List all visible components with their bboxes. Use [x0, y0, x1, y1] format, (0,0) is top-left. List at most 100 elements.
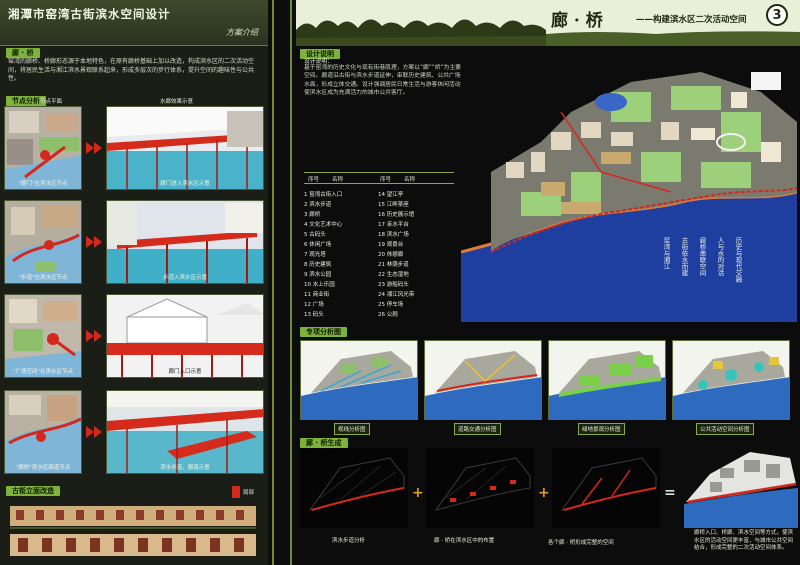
analysis-map-traffic	[424, 340, 542, 420]
legend-item: 20 休憩廊	[378, 252, 404, 258]
legend-item: 15 江畔茶座	[378, 202, 409, 208]
analysis-map-green	[548, 340, 666, 420]
legend-item: 18 滨水广场	[378, 232, 409, 238]
node-view-2: 步道入滨水区示意	[106, 200, 264, 284]
legend-header-cell: 名称	[332, 177, 344, 183]
arrow-icon	[86, 330, 94, 342]
plus-icon: +	[412, 485, 424, 501]
arrow-icon	[94, 236, 102, 248]
generation-caption: 滨水步道分析	[332, 538, 366, 544]
divider-line	[290, 0, 292, 565]
generation-map-3	[552, 448, 660, 528]
vertical-text: 历史与现代交融	[734, 237, 742, 283]
arrow-icon	[86, 426, 94, 438]
node-view-2-image	[107, 201, 263, 283]
analysis-map-public-image	[673, 341, 789, 419]
arrow-icon	[86, 142, 94, 154]
node-plan-4-image	[5, 391, 81, 473]
node-plan-4-caption: "廊桥"滨水区廊道节点	[15, 465, 71, 471]
legend-item: 7 观光塔	[304, 252, 326, 258]
vertical-text: 廊桥串联空间	[698, 237, 706, 276]
node-view-3: 廊门入口示意	[106, 294, 264, 378]
plus-icon: +	[538, 485, 550, 501]
node-view-1-caption: 廊门进入滨水区示意	[160, 181, 210, 187]
legend-item: 22 生态湿地	[378, 272, 409, 278]
node-view-4-caption: 滨水步道、廊道示意	[160, 465, 210, 471]
analysis-caption: 绿地景观分析图	[578, 423, 625, 435]
intro-text: 窑湾的廊桥、桥廊形态源于本地特色，在原有廊桥基础上加以改造，构成滨水区的二次活动…	[8, 58, 255, 82]
analysis-map-sight	[300, 340, 418, 420]
generation-result-image	[680, 444, 798, 528]
node-plan-1-caption: "廊门"在滨水区节点	[18, 181, 68, 187]
legend-item: 5 古码头	[304, 232, 326, 238]
analysis-map-sight-image	[301, 341, 417, 419]
generation-map-2-image	[426, 448, 534, 528]
node-view-3-caption: 廊门入口示意	[168, 369, 202, 375]
node-plan-2: "步道"在滨水区节点	[4, 200, 82, 284]
legend-item: 26 公厕	[378, 312, 398, 318]
left-panel: 湘潭市窑湾古街滨水空间设计 方案介绍 廊 · 桥 窑湾的廊桥、桥廊形态源于本地特…	[0, 0, 268, 565]
node-plan-3-caption: "广场空间"在滨水区节点	[12, 369, 74, 375]
section-label-elevation: 古街立面改造	[6, 486, 60, 496]
master-plan: 窑湾与湘江 古街依水而建 廊桥串联空间 人与水的对话 历史与现代交融	[460, 52, 798, 322]
left-title-bar: 湘潭市窑湾古街滨水空间设计 方案介绍	[0, 0, 268, 46]
generation-summary: 廊桥入口、桥廊、滨水空间等方式，使滨水区的活动空间更丰富，与城市公共空间结合，形…	[694, 530, 794, 551]
legend-header-row: 序号 名称 序号 名称	[304, 172, 454, 184]
legend-item: 23 游船码头	[378, 282, 409, 288]
node-plan-2-image	[5, 201, 81, 283]
analysis-caption: 公共活动空间分析图	[696, 423, 754, 435]
legend-item: 25 停车场	[378, 302, 404, 308]
node-plan-1: "廊门"在滨水区节点	[4, 106, 82, 190]
master-plan-image	[460, 52, 798, 322]
legend-item: 6 休闲广场	[304, 242, 332, 248]
legend-item: 13 码头	[304, 312, 324, 318]
generation-map-2	[426, 448, 534, 528]
legend-header-cell: 序号	[380, 177, 392, 183]
presentation-board: 湘潭市窑湾古街滨水空间设计 方案介绍 廊 · 桥 窑湾的廊桥、桥廊形态源于本地特…	[0, 0, 800, 565]
analysis-map-public	[672, 340, 790, 420]
vertical-text: 古街依水而建	[680, 237, 688, 276]
project-title: 湘潭市窑湾古街滨水空间设计	[8, 7, 171, 21]
arrow-icon	[94, 142, 102, 154]
elevation-marker	[232, 486, 240, 498]
node-view-3-image	[107, 295, 263, 377]
node-view-2-caption: 步道入滨水区示意	[162, 275, 207, 281]
legend-item: 24 湘江风光带	[378, 292, 415, 298]
vertical-text: 窑湾与湘江	[662, 237, 670, 270]
node-plan-4: "廊桥"滨水区廊道节点	[4, 390, 82, 474]
node-view-4-image	[107, 391, 263, 473]
analysis-map-green-image	[549, 341, 665, 419]
generation-caption: 廊 · 桥在滨水区中的布置	[434, 538, 495, 544]
legend-item: 2 滨水步道	[304, 202, 332, 208]
legend-item: 14 望江亭	[378, 192, 404, 198]
legend-item: 12 广场	[304, 302, 324, 308]
elevation-drawing-image	[6, 500, 262, 560]
legend-item: 10 水上乐园	[304, 282, 335, 288]
generation-caption: 各个廊 · 桥形成完整的空间	[548, 540, 614, 546]
node-header-plan: 节点平面	[40, 99, 63, 105]
arrow-icon	[94, 330, 102, 342]
legend-item: 8 历史建筑	[304, 262, 332, 268]
elevation-drawing	[6, 500, 262, 560]
vertical-text: 人与水的对话	[716, 237, 724, 276]
node-view-1-image	[107, 107, 263, 189]
node-plan-2-caption: "步道"在滨水区节点	[18, 275, 68, 281]
legend-header-cell: 名称	[404, 177, 416, 183]
legend-item: 4 文化艺术中心	[304, 222, 343, 228]
project-subtitle: 方案介绍	[226, 28, 258, 37]
legend-item: 11 商业街	[304, 292, 330, 298]
legend-item: 9 滨水公园	[304, 272, 332, 278]
analysis-caption: 视线分析图	[334, 423, 370, 435]
section-label-generation: 廊 · 桥生成	[300, 438, 348, 448]
arrow-icon	[94, 426, 102, 438]
board-subtitle: ——构建滨水区二次活动空间	[636, 15, 747, 25]
section-label-intro: 廊 · 桥	[6, 48, 40, 58]
divider-line	[272, 0, 274, 565]
node-plan-3: "广场空间"在滨水区节点	[4, 294, 82, 378]
legend-item: 16 历史展示馆	[378, 212, 415, 218]
node-plan-3-image	[5, 295, 81, 377]
right-panel: 廊 · 桥 ——构建滨水区二次活动空间 3 设计说明 设计说明： 基于窑湾的历史…	[296, 0, 800, 565]
generation-map-3-image	[552, 448, 660, 528]
generation-result	[680, 444, 798, 528]
generation-map-1	[300, 448, 408, 528]
